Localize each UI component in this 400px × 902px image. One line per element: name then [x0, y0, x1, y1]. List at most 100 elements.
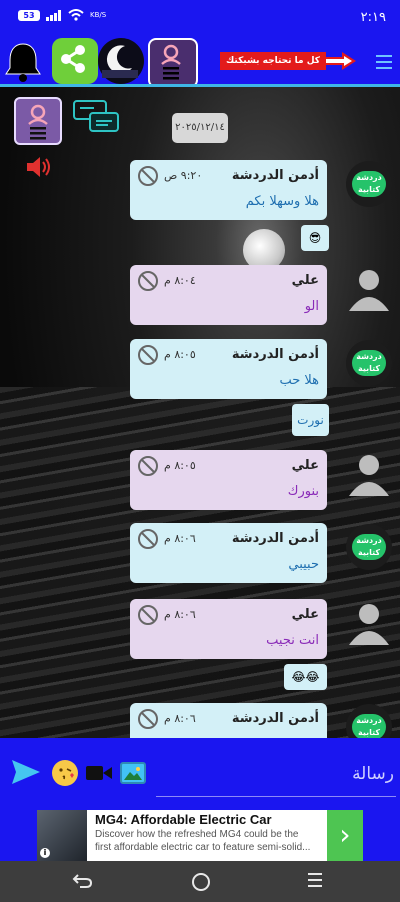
chat-list-button[interactable] — [72, 99, 120, 137]
message-text: بنورك — [287, 484, 319, 499]
share-button[interactable] — [52, 38, 98, 84]
message-time: ٨:٠٥ م — [164, 459, 196, 472]
admin-avatar[interactable]: دردشة كتابية — [346, 340, 392, 386]
ad-image: i — [37, 810, 87, 861]
message-text: هلا حب — [279, 373, 319, 388]
emoji-button[interactable] — [52, 760, 78, 786]
reaction-emoji: 😎 — [301, 225, 329, 251]
profile-list-icon — [161, 44, 181, 80]
composer-bar — [0, 738, 400, 810]
message-text: هلا وسهلا بكم — [245, 194, 319, 209]
message-bubble[interactable]: ٨:٠٥ م أدمن الدردشة هلا حب — [130, 339, 327, 399]
message-input[interactable] — [156, 752, 396, 797]
chat-profile-button[interactable] — [14, 97, 62, 145]
admin-avatar[interactable]: دردشة كتابية — [346, 524, 392, 570]
send-icon — [12, 760, 40, 784]
message-bubble[interactable]: ٩:٢٠ ص أدمن الدردشة هلا وسهلا بكم — [130, 160, 327, 220]
message-sender: علي — [291, 607, 319, 622]
ad-arrow-button[interactable]: › — [327, 810, 363, 861]
user-avatar[interactable] — [346, 450, 392, 496]
admin-avatar-badge: دردشة كتابية — [352, 714, 386, 738]
message-text: حبيبي — [288, 557, 319, 572]
block-icon[interactable] — [138, 529, 158, 549]
net-speed: KB/S — [90, 11, 107, 19]
admin-avatar-badge: دردشة كتابية — [352, 350, 386, 376]
user-avatar[interactable] — [346, 265, 392, 311]
admin-avatar-badge: دردشة كتابية — [352, 534, 386, 560]
message-text: انت نجيب — [266, 633, 319, 648]
message-sender: علي — [291, 458, 319, 473]
recents-button[interactable] — [308, 873, 322, 891]
video-camera-icon — [86, 766, 112, 780]
wifi-icon — [68, 9, 84, 21]
message-time: ٨:٠٤ م — [164, 274, 196, 287]
speaker-button[interactable] — [24, 153, 52, 181]
reaction-emoji: 😂😂 — [284, 664, 327, 690]
block-icon[interactable] — [138, 605, 158, 625]
battery-icon: 53 — [18, 9, 40, 21]
profile-button[interactable] — [148, 38, 198, 88]
kiss-emoji-icon — [59, 768, 74, 780]
admin-avatar[interactable]: دردشة كتابية — [346, 161, 392, 207]
share-icon — [61, 45, 85, 73]
status-time: ٢:١٩ — [360, 10, 386, 25]
ad-banner[interactable]: i MG4: Affordable Electric Car Discover … — [37, 810, 363, 861]
status-icons: 53 KB/S — [18, 9, 106, 21]
person-icon — [349, 455, 389, 496]
chat-area[interactable]: ٢٠٢٥/١٢/١٤ دردشة كتابية ٩:٢٠ ص أدمن الدر… — [0, 87, 400, 738]
menu-icon[interactable] — [376, 51, 392, 73]
message-time: ٩:٢٠ ص — [164, 169, 203, 182]
message-sender: أدمن الدردشة — [231, 711, 319, 726]
ad-title: MG4: Affordable Electric Car — [95, 812, 272, 827]
message-text: الو — [304, 299, 319, 314]
image-icon — [124, 767, 142, 780]
bell-icon — [5, 43, 41, 82]
date-badge: ٢٠٢٥/١٢/١٤ — [172, 113, 228, 143]
toolbar: كل ما تحتاجه بشبكتك — [0, 38, 400, 88]
admin-avatar-badge: دردشة كتابية — [352, 171, 386, 197]
message-bubble[interactable]: ٨:٠٥ م علي بنورك — [130, 450, 327, 510]
notifications-button[interactable] — [0, 38, 46, 84]
message-bubble[interactable]: ٨:٠٦ م أدمن الدردشة — [130, 703, 327, 738]
message-sender: أدمن الدردشة — [231, 347, 319, 362]
home-button[interactable] — [192, 873, 210, 891]
message-time: ٨:٠٥ م — [164, 348, 196, 361]
message-bubble[interactable]: ٨:٠٦ م علي انت نجيب — [130, 599, 327, 659]
promo-arrow-banner[interactable]: كل ما تحتاجه بشبكتك — [220, 52, 356, 70]
block-icon[interactable] — [138, 709, 158, 729]
arrow-right-icon — [326, 52, 356, 70]
chat-bubbles-icon — [73, 100, 119, 132]
message-sender: علي — [291, 273, 319, 288]
video-button[interactable] — [86, 765, 112, 781]
back-icon — [72, 874, 93, 888]
ad-description: Discover how the refreshed MG4 could be … — [95, 829, 311, 853]
block-icon[interactable] — [138, 345, 158, 365]
user-avatar[interactable] — [346, 599, 392, 645]
reaction-text: نورت — [292, 404, 329, 436]
system-nav-bar — [0, 861, 400, 902]
message-sender: أدمن الدردشة — [231, 531, 319, 546]
back-button[interactable] — [72, 871, 94, 891]
block-icon[interactable] — [138, 166, 158, 186]
image-button[interactable] — [120, 762, 146, 784]
person-icon — [349, 604, 389, 645]
block-icon[interactable] — [138, 271, 158, 291]
message-sender: أدمن الدردشة — [231, 168, 319, 183]
send-button[interactable] — [10, 758, 42, 786]
profile-list-icon — [28, 104, 48, 140]
message-bubble[interactable]: ٨:٠٤ م علي الو — [130, 265, 327, 325]
status-bar: 53 KB/S ٢:١٩ — [0, 0, 400, 38]
speaker-icon — [27, 157, 50, 177]
night-mode-button[interactable] — [98, 38, 144, 84]
person-icon — [349, 270, 389, 311]
signal-icon — [46, 9, 61, 21]
message-bubble[interactable]: ٨:٠٦ م أدمن الدردشة حبيبي — [130, 523, 327, 583]
moon-icon — [102, 45, 138, 78]
promo-text: كل ما تحتاجه بشبكتك — [220, 52, 326, 70]
ad-strip: i MG4: Affordable Electric Car Discover … — [0, 810, 400, 861]
message-time: ٨:٠٦ م — [164, 608, 196, 621]
block-icon[interactable] — [138, 456, 158, 476]
ad-info-icon[interactable]: i — [40, 848, 50, 858]
message-time: ٨:٠٦ م — [164, 712, 196, 725]
message-time: ٨:٠٦ م — [164, 532, 196, 545]
